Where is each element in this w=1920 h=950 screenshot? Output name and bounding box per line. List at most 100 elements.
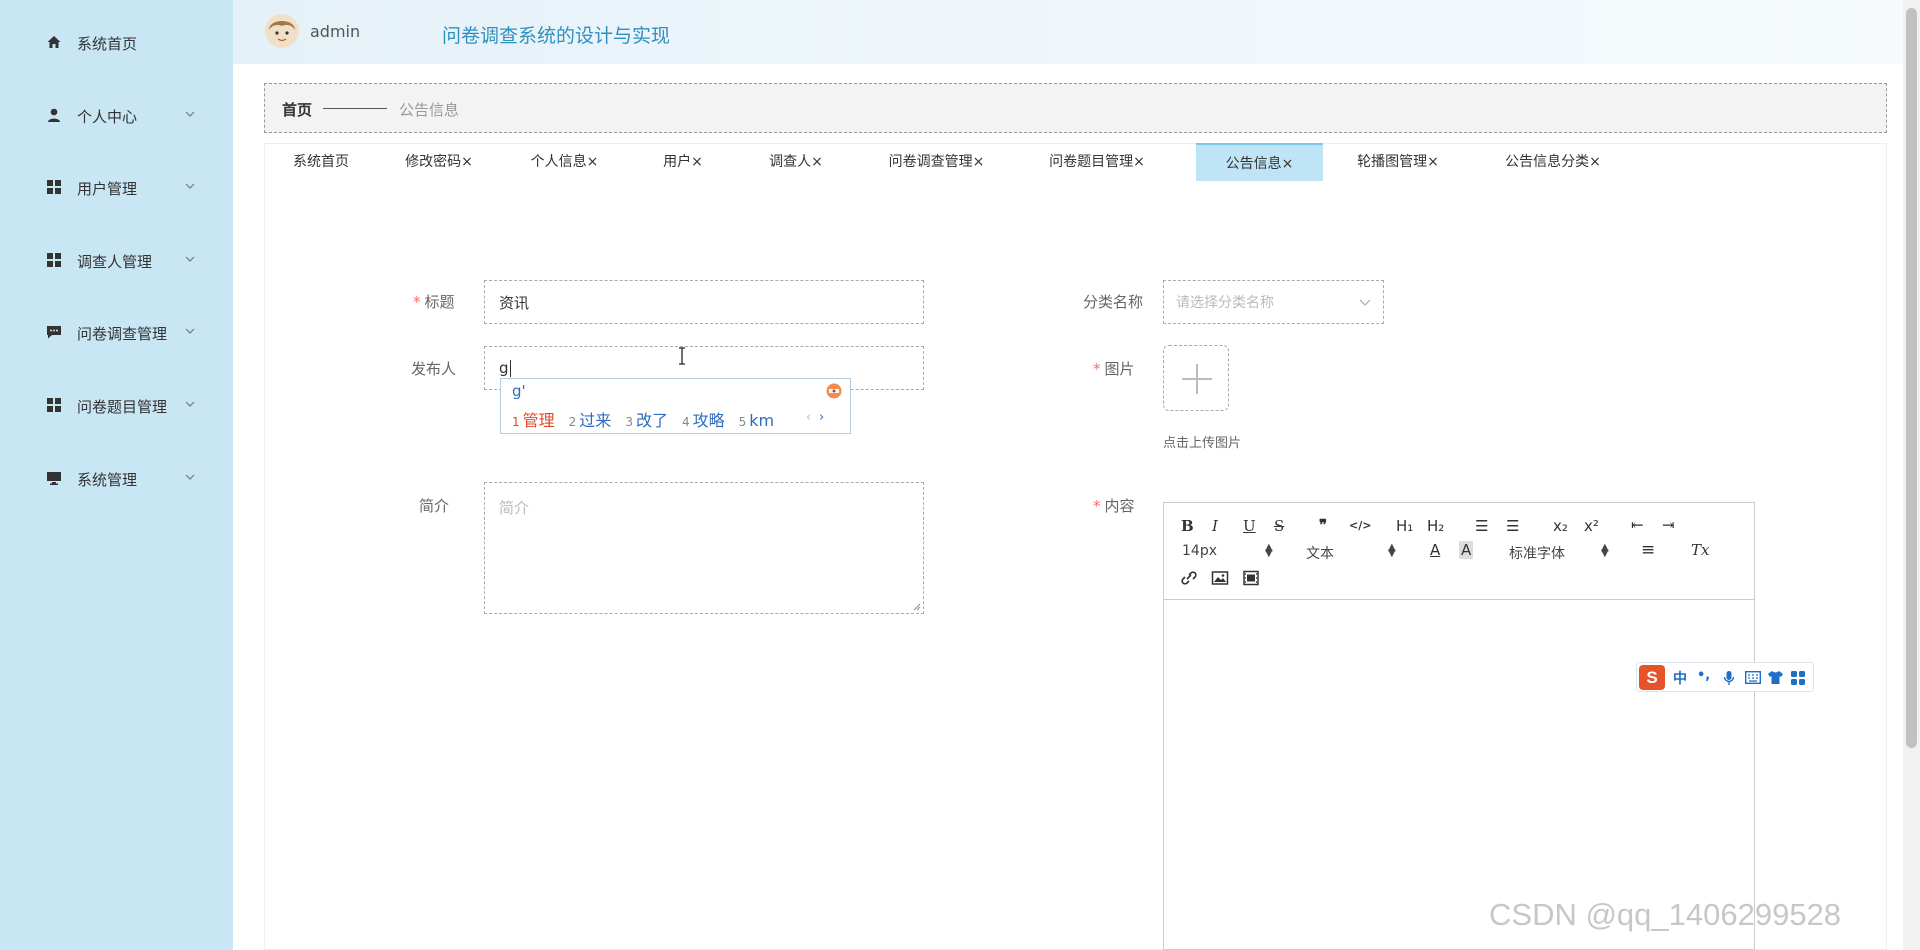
user-name[interactable]: admin <box>310 22 360 41</box>
tab-close-icon[interactable]: × <box>461 154 473 170</box>
chevron-down-icon <box>185 183 195 189</box>
font-family-select[interactable]: 标准字体 <box>1509 543 1565 563</box>
tab-question-management[interactable]: 问卷题目管理× <box>1018 143 1176 181</box>
font-size-select[interactable]: 14px <box>1182 543 1217 559</box>
link-icon[interactable] <box>1180 570 1198 586</box>
tab-close-icon[interactable]: × <box>587 154 599 170</box>
indent-button[interactable]: ⇥ <box>1662 516 1675 534</box>
ime-prev-page-icon[interactable]: ‹ <box>806 410 811 425</box>
ordered-list-button[interactable]: ☰ <box>1475 517 1488 535</box>
italic-button[interactable]: I <box>1212 517 1218 535</box>
tab-users[interactable]: 用户× <box>629 143 737 181</box>
microphone-icon[interactable] <box>1723 670 1735 686</box>
sidebar-item-home[interactable]: 系统首页 <box>0 22 233 62</box>
align-button[interactable]: ≡ <box>1641 540 1655 560</box>
tab-close-icon[interactable]: × <box>1133 154 1145 170</box>
ime-candidate-list: 1 管理 2 过来 3 改了 4 攻略 5 km <box>512 407 788 431</box>
tab-close-icon[interactable]: × <box>691 154 703 170</box>
ime-candidate[interactable]: 4 攻略 <box>682 411 725 430</box>
tab-label: 公告信息 <box>1225 156 1282 172</box>
video-icon[interactable] <box>1242 570 1260 586</box>
sidebar-item-user-management[interactable]: 用户管理 <box>0 167 233 207</box>
resize-handle-icon[interactable] <box>911 601 921 611</box>
underline-button[interactable]: U <box>1243 517 1256 535</box>
ime-mode-toggle[interactable]: 中 <box>1673 668 1687 688</box>
clean-format-button[interactable]: Tx <box>1691 541 1709 559</box>
tab-announcements[interactable]: 公告信息× <box>1196 143 1323 181</box>
ime-status-bar: S 中 •, <box>1636 662 1814 692</box>
text-color-button[interactable]: A <box>1430 541 1440 559</box>
tab-carousel-management[interactable]: 轮播图管理× <box>1323 143 1473 181</box>
sidebar-item-question-management[interactable]: 问卷题目管理 <box>0 385 233 425</box>
strike-button[interactable]: S <box>1274 517 1284 535</box>
scrollbar-thumb[interactable] <box>1906 8 1917 748</box>
background-color-button[interactable]: A <box>1459 541 1474 559</box>
tab-survey-management[interactable]: 问卷调查管理× <box>855 143 1018 181</box>
subscript-button[interactable]: x₂ <box>1553 517 1568 535</box>
image-upload-button[interactable] <box>1163 345 1229 411</box>
ime-candidate-window: g' 1 管理 2 过来 3 改了 4 攻略 5 km ‹ › <box>500 378 851 434</box>
sidebar-item-surveyor-management[interactable]: 调查人管理 <box>0 240 233 280</box>
sidebar-item-label: 个人中心 <box>77 108 138 126</box>
plus-icon <box>1182 364 1212 394</box>
tab-surveyors[interactable]: 调查人× <box>737 143 855 181</box>
tab-change-password[interactable]: 修改密码× <box>378 143 500 181</box>
chevron-down-icon <box>185 474 195 480</box>
sidebar-item-label: 系统首页 <box>77 35 138 53</box>
tab-close-icon[interactable]: × <box>973 154 985 170</box>
tab-close-icon[interactable]: × <box>1589 154 1601 170</box>
heading1-button[interactable]: H₁ <box>1396 517 1413 535</box>
ime-composition: g' <box>512 382 526 400</box>
tab-label: 问卷题目管理 <box>1049 154 1134 170</box>
avatar[interactable] <box>265 14 299 48</box>
sidebar-item-label: 问卷调查管理 <box>77 325 168 343</box>
sidebar-item-system-management[interactable]: 系统管理 <box>0 458 233 498</box>
intro-textarea[interactable]: 简介 <box>484 482 924 614</box>
blockquote-button[interactable]: ❞ <box>1319 516 1327 534</box>
tab-label: 公告信息分类 <box>1505 154 1590 170</box>
sidebar-item-label: 用户管理 <box>77 180 138 198</box>
ime-candidate[interactable]: 2 过来 <box>569 411 612 430</box>
tab-announcement-categories[interactable]: 公告信息分类× <box>1473 143 1633 181</box>
home-icon <box>47 36 61 48</box>
tab-label: 系统首页 <box>293 154 349 170</box>
ime-skin-icon[interactable] <box>824 382 844 400</box>
category-select[interactable]: 请选择分类名称 <box>1163 280 1384 324</box>
top-header: admin 问卷调查系统的设计与实现 <box>233 0 1920 64</box>
tab-close-icon[interactable]: × <box>811 154 823 170</box>
bold-button[interactable]: B <box>1181 517 1194 535</box>
bullet-list-button[interactable]: ☰ <box>1506 517 1519 535</box>
user-icon <box>48 108 60 122</box>
tab-personal-info[interactable]: 个人信息× <box>500 143 629 181</box>
tab-close-icon[interactable]: × <box>1282 156 1294 172</box>
toolbox-grid-icon[interactable] <box>1790 670 1806 686</box>
category-label: 分类名称 <box>1083 293 1144 311</box>
breadcrumb-home[interactable]: 首页 <box>282 99 312 120</box>
block-format-select[interactable]: 文本 <box>1306 543 1334 563</box>
select-arrows-icon: ▲ ▼ <box>1601 542 1609 559</box>
grid-icon <box>47 398 61 412</box>
ime-punctuation-toggle[interactable]: •, <box>1697 668 1710 683</box>
title-input[interactable]: 资讯 <box>484 280 924 324</box>
outdent-button[interactable]: ⇤ <box>1631 516 1644 534</box>
tab-label: 用户 <box>663 154 692 170</box>
heading2-button[interactable]: H₂ <box>1427 517 1444 535</box>
sidebar: 系统首页 个人中心 用户管理 调查人管理 问卷调查管理 问卷题目管理 系统管理 <box>0 0 233 950</box>
keyboard-icon[interactable] <box>1745 671 1761 684</box>
ime-next-page-icon[interactable]: › <box>819 410 824 425</box>
sidebar-item-personal-center[interactable]: 个人中心 <box>0 95 233 135</box>
ime-logo-icon[interactable]: S <box>1639 665 1665 690</box>
title-input-value: 资讯 <box>499 293 530 312</box>
ime-candidate[interactable]: 1 管理 <box>512 411 555 430</box>
ime-candidate[interactable]: 3 改了 <box>625 411 668 430</box>
skin-shirt-icon[interactable] <box>1767 670 1784 685</box>
superscript-button[interactable]: x² <box>1584 517 1599 535</box>
sidebar-item-survey-management[interactable]: 问卷调查管理 <box>0 312 233 352</box>
ime-candidate[interactable]: 5 km <box>739 411 775 430</box>
tab-close-icon[interactable]: × <box>1427 154 1439 170</box>
page-scrollbar[interactable] <box>1903 0 1920 950</box>
tab-label: 问卷调查管理 <box>888 154 973 170</box>
code-block-button[interactable]: </> <box>1349 519 1371 532</box>
tab-home[interactable]: 系统首页 <box>264 143 378 181</box>
image-icon[interactable] <box>1211 570 1229 586</box>
